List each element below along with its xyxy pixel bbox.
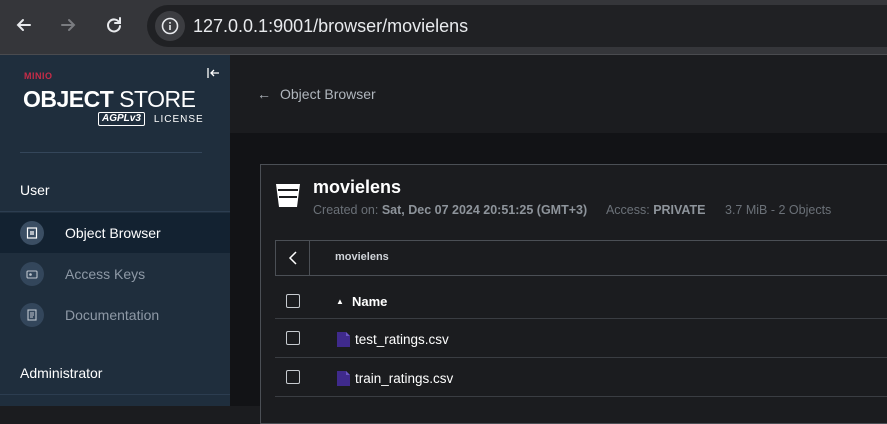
logo-product: OBJECT STORE xyxy=(23,86,196,113)
logo-product-bold: OBJECT xyxy=(23,86,114,112)
url-text: 127.0.0.1:9001/browser/movielens xyxy=(193,16,468,37)
logo-brand: MINIO xyxy=(24,71,53,81)
file-icon xyxy=(337,371,350,386)
access-label: Access: xyxy=(605,203,650,217)
site-info-icon[interactable] xyxy=(155,11,185,41)
access-keys-icon xyxy=(20,262,44,286)
documentation-icon xyxy=(20,303,44,327)
sort-ascending-icon[interactable]: ▲ xyxy=(336,297,344,306)
bucket-name: movielens xyxy=(313,177,402,197)
file-name: train_ratings.csv xyxy=(355,371,454,386)
breadcrumb-path[interactable]: movielens xyxy=(335,251,389,263)
object-browser-icon xyxy=(20,221,44,245)
table-row[interactable]: test_ratings.csv xyxy=(275,320,887,358)
reload-icon xyxy=(107,17,121,33)
table-row[interactable]: train_ratings.csv xyxy=(275,359,887,397)
row-checkbox[interactable] xyxy=(286,331,300,345)
main-content: ← Object Browser movielens Created on: S… xyxy=(230,55,887,424)
access-value: PRIVATE xyxy=(653,203,706,217)
logo-product-light: STORE xyxy=(113,86,196,112)
arrow-right-icon xyxy=(61,19,76,31)
section-divider xyxy=(0,394,230,395)
collapse-sidebar-icon[interactable] xyxy=(205,65,221,81)
section-divider xyxy=(0,211,230,212)
forward-button[interactable] xyxy=(54,11,82,39)
bucket-meta: Created on: Sat, Dec 07 2024 20:51:25 (G… xyxy=(313,203,831,217)
row-checkbox[interactable] xyxy=(286,370,300,384)
select-all-checkbox[interactable] xyxy=(286,294,300,308)
created-value: Sat, Dec 07 2024 20:51:25 (GMT+3) xyxy=(381,203,588,217)
sidebar-item-label: Documentation xyxy=(65,307,160,323)
file-name: test_ratings.csv xyxy=(355,332,449,347)
sidebar-divider xyxy=(20,152,202,153)
sidebar-item-object-browser[interactable]: Object Browser xyxy=(0,213,230,253)
bucket-icon xyxy=(276,184,300,207)
table-header: ▲ Name xyxy=(275,283,887,319)
logo-license-row: AGPLv3 LICENSE xyxy=(98,111,204,127)
sidebar: MINIO OBJECT STORE AGPLv3 LICENSE User O… xyxy=(0,55,230,406)
sidebar-item-label: Object Browser xyxy=(65,225,161,241)
back-to-object-browser-link[interactable]: ← Object Browser xyxy=(257,86,376,102)
column-header-name[interactable]: Name xyxy=(352,294,387,309)
reload-button[interactable] xyxy=(100,11,128,39)
arrow-left-icon: ← xyxy=(257,86,271,102)
url-host: 127.0.0.1 xyxy=(193,16,269,36)
back-link-label: Object Browser xyxy=(280,86,376,102)
created-label: Created on: xyxy=(313,203,379,217)
sidebar-item-label: Access Keys xyxy=(65,266,146,282)
address-bar[interactable]: 127.0.0.1:9001/browser/movielens xyxy=(147,5,887,47)
page-header: ← Object Browser xyxy=(230,55,887,133)
breadcrumb-back-button[interactable] xyxy=(276,241,310,275)
agpl-badge: AGPLv3 xyxy=(98,112,145,126)
section-user: User xyxy=(20,182,50,198)
back-button[interactable] xyxy=(10,11,38,39)
browser-toolbar: 127.0.0.1:9001/browser/movielens xyxy=(0,0,887,55)
logo-license: LICENSE xyxy=(153,113,204,125)
chevron-left-icon xyxy=(288,251,297,265)
sidebar-item-access-keys[interactable]: Access Keys xyxy=(0,254,230,294)
section-administrator: Administrator xyxy=(20,365,103,381)
file-icon xyxy=(337,332,350,347)
url-path: :9001/browser/movielens xyxy=(268,16,469,36)
bucket-panel: movielens Created on: Sat, Dec 07 2024 2… xyxy=(260,164,887,424)
arrow-left-icon xyxy=(16,19,31,31)
bucket-size-info: 3.7 MiB - 2 Objects xyxy=(725,203,832,217)
sidebar-item-documentation[interactable]: Documentation xyxy=(0,295,230,335)
breadcrumb: movielens xyxy=(275,240,887,276)
